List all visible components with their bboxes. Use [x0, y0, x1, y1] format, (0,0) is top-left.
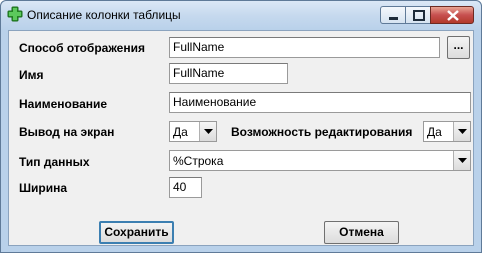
show-on-screen-select[interactable]: Да	[169, 121, 217, 142]
save-button[interactable]: Сохранить	[99, 221, 174, 244]
green-plus-icon	[7, 6, 23, 22]
dropdown-button[interactable]	[453, 151, 470, 170]
data-type-label: Тип данных	[19, 155, 90, 169]
dropdown-button[interactable]	[453, 122, 470, 141]
window-title: Описание колонки таблицы	[27, 8, 181, 22]
editable-value: Да	[427, 125, 442, 139]
name-label: Имя	[19, 68, 44, 82]
name-field[interactable]: FullName	[169, 63, 288, 84]
dialog-window: Описание колонки таблицы Способ отображе…	[0, 0, 482, 253]
maximize-icon	[413, 10, 425, 21]
dialog-body: Способ отображения FullName ... Имя Full…	[8, 30, 474, 246]
browse-button[interactable]: ...	[447, 36, 470, 59]
title-bar[interactable]: Описание колонки таблицы	[1, 1, 481, 30]
minimize-icon	[389, 17, 398, 20]
data-type-value: %Строка	[173, 154, 224, 168]
width-label: Ширина	[19, 181, 68, 195]
display-mode-label: Способ отображения	[19, 41, 145, 55]
cancel-button[interactable]: Отмена	[324, 221, 399, 244]
caption-field[interactable]: Наименование	[169, 92, 471, 113]
caption-label: Наименование	[19, 97, 108, 111]
show-on-screen-value: Да	[173, 125, 188, 139]
editable-label: Возможность редактирования	[231, 125, 413, 139]
display-mode-field[interactable]: FullName	[169, 37, 440, 58]
chevron-down-icon	[458, 129, 467, 134]
width-field[interactable]: 40	[169, 177, 202, 198]
show-on-screen-label: Вывод на экран	[19, 125, 115, 139]
chevron-down-icon	[458, 158, 467, 163]
editable-select[interactable]: Да	[423, 121, 471, 142]
close-icon	[447, 10, 459, 21]
maximize-button[interactable]	[405, 6, 431, 24]
close-button[interactable]	[430, 6, 474, 24]
dropdown-button[interactable]	[199, 122, 216, 141]
chevron-down-icon	[204, 129, 213, 134]
data-type-select[interactable]: %Строка	[169, 150, 471, 171]
minimize-button[interactable]	[380, 6, 406, 24]
